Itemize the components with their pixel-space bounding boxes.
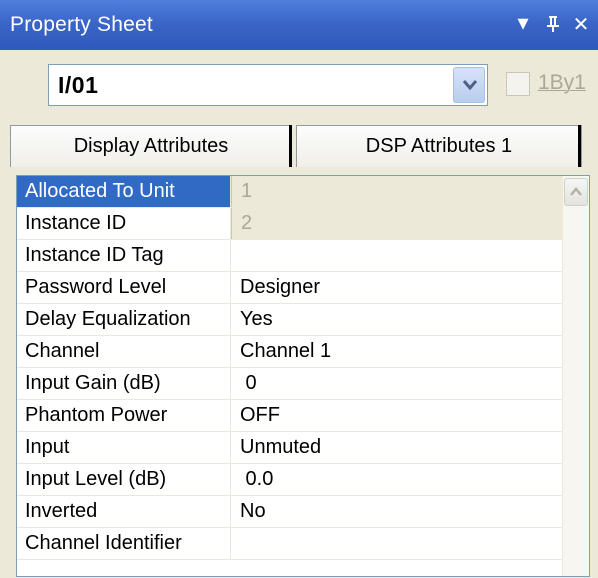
property-row-password-level[interactable]: Password Level Designer xyxy=(17,272,562,304)
property-value[interactable]: Unmuted xyxy=(231,432,562,463)
property-row-input-gain[interactable]: Input Gain (dB) 0 xyxy=(17,368,562,400)
property-name: Phantom Power xyxy=(17,400,231,431)
property-value[interactable]: OFF xyxy=(231,400,562,431)
property-row-delay-equalization[interactable]: Delay Equalization Yes xyxy=(17,304,562,336)
close-icon[interactable]: ✕ xyxy=(570,10,592,38)
property-name: Input xyxy=(17,432,231,463)
one-by-one-label: 1By1 xyxy=(538,71,586,94)
window-title: Property Sheet xyxy=(10,13,153,36)
tab-display-attributes[interactable]: Display Attributes xyxy=(10,125,292,167)
property-value: 2 xyxy=(231,208,562,239)
property-row-allocated-to-unit[interactable]: Allocated To Unit 1 xyxy=(17,176,562,208)
property-sheet-panel: I/01 1By1 Display Attributes DSP Attribu… xyxy=(0,50,598,578)
property-row-input[interactable]: Input Unmuted xyxy=(17,432,562,464)
tab-dsp-attributes-1-label: DSP Attributes 1 xyxy=(365,135,513,157)
chevron-down-icon xyxy=(462,80,478,91)
chevron-up-icon xyxy=(570,187,582,196)
one-by-one-checkbox[interactable] xyxy=(506,72,530,96)
property-row-inverted[interactable]: Inverted No xyxy=(17,496,562,528)
property-value[interactable]: Designer xyxy=(231,272,562,303)
property-name: Inverted xyxy=(17,496,231,527)
window-menu-dropdown-icon[interactable]: ▾ xyxy=(512,10,534,38)
property-value[interactable]: Yes xyxy=(231,304,562,335)
property-row-instance-id-tag[interactable]: Instance ID Tag xyxy=(17,240,562,272)
property-value: 1 xyxy=(231,176,562,207)
property-name: Delay Equalization xyxy=(17,304,231,335)
tab-divider xyxy=(578,125,581,167)
property-name: Instance ID xyxy=(17,208,231,239)
combobox-dropdown-button[interactable] xyxy=(453,67,485,103)
property-name: Password Level xyxy=(17,272,231,303)
property-name: Input Level (dB) xyxy=(17,464,231,495)
property-value[interactable]: 0.0 xyxy=(231,464,562,495)
vertical-scrollbar[interactable] xyxy=(562,176,589,576)
property-name: Channel Identifier xyxy=(17,528,231,559)
property-row-phantom-power[interactable]: Phantom Power OFF xyxy=(17,400,562,432)
property-value[interactable]: No xyxy=(231,496,562,527)
tab-display-attributes-label: Display Attributes xyxy=(73,135,229,157)
pin-icon[interactable] xyxy=(542,10,564,38)
object-selector-combobox[interactable]: I/01 xyxy=(48,64,488,106)
property-row-input-level[interactable]: Input Level (dB) 0.0 xyxy=(17,464,562,496)
property-value[interactable] xyxy=(231,528,562,559)
property-name: Instance ID Tag xyxy=(17,240,231,271)
property-value[interactable]: Channel 1 xyxy=(231,336,562,367)
property-name: Input Gain (dB) xyxy=(17,368,231,399)
tab-dsp-attributes-1[interactable]: DSP Attributes 1 xyxy=(296,125,582,167)
scroll-up-button[interactable] xyxy=(564,178,588,206)
property-row-channel-identifier[interactable]: Channel Identifier xyxy=(17,528,562,560)
object-selector-value: I/01 xyxy=(58,72,99,98)
property-value[interactable] xyxy=(231,240,562,271)
property-name: Allocated To Unit xyxy=(17,176,231,207)
property-name: Channel xyxy=(17,336,231,367)
property-row-channel[interactable]: Channel Channel 1 xyxy=(17,336,562,368)
tab-divider xyxy=(289,125,292,167)
property-row-instance-id[interactable]: Instance ID 2 xyxy=(17,208,562,240)
title-bar: Property Sheet ▾ ✕ xyxy=(0,0,598,50)
property-grid: Allocated To Unit 1 Instance ID 2 Instan… xyxy=(16,175,590,577)
property-value[interactable]: 0 xyxy=(231,368,562,399)
